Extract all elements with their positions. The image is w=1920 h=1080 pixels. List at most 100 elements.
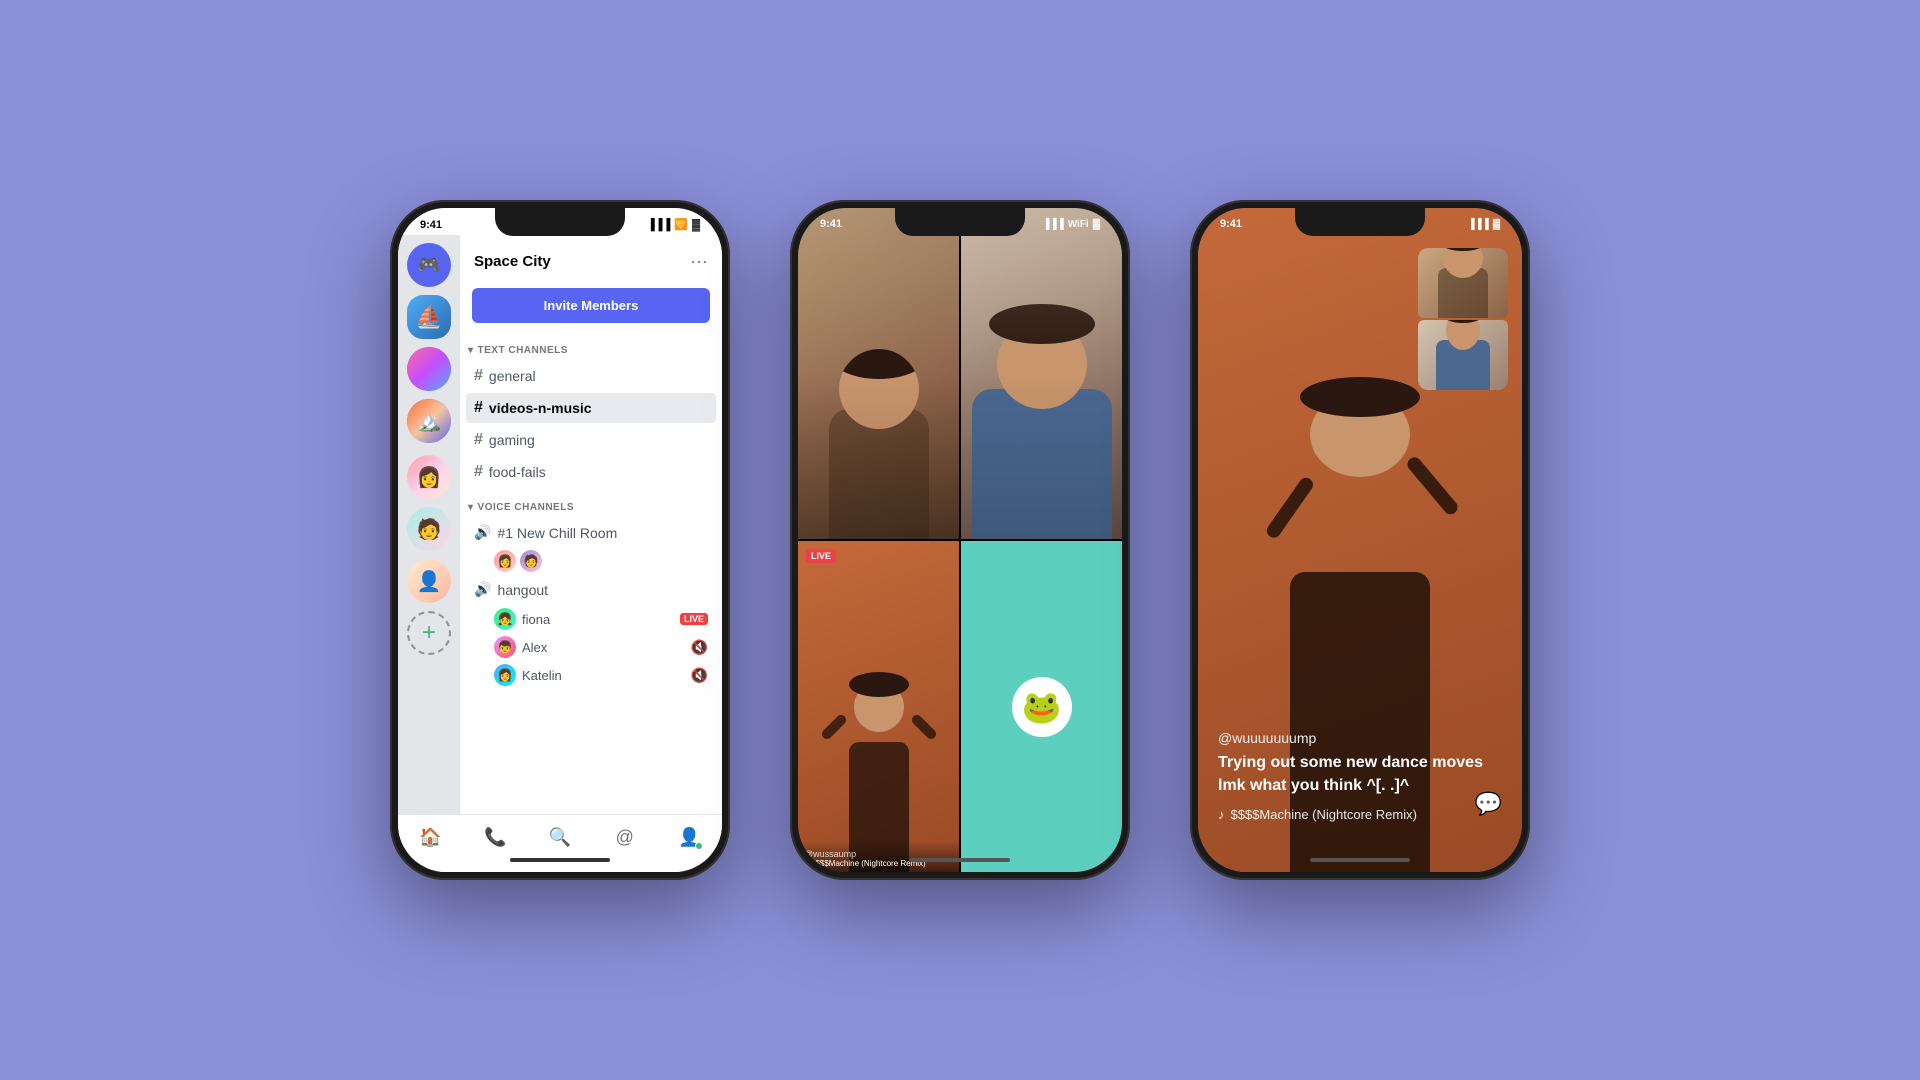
tab-mention[interactable]: @ bbox=[592, 823, 657, 852]
more-options-button[interactable]: ··· bbox=[690, 251, 708, 272]
voice-channel-1-members: 👩 🧑 bbox=[466, 548, 716, 574]
hash-icon-videos: # bbox=[474, 399, 483, 417]
sidebar-avatar-face-2: 🧑 bbox=[407, 507, 451, 551]
bottom-tab-bar: 🏠 📞 🔍 @ 👤 bbox=[398, 814, 722, 872]
channel-name-videos: videos-n-music bbox=[489, 400, 592, 416]
discord-home-icon[interactable]: 🎮 bbox=[407, 243, 451, 287]
pip-cell-2[interactable] bbox=[1418, 320, 1508, 390]
phone-3-notch bbox=[1295, 208, 1425, 236]
video-cell-4[interactable]: 🐸 bbox=[961, 541, 1122, 872]
battery-3: ▓ bbox=[1493, 219, 1500, 230]
fullscreen-info: @wuuuuuuump Trying out some new dance mo… bbox=[1218, 730, 1502, 822]
chat-bubble-icon: 💬 bbox=[1475, 791, 1502, 816]
alex-muted-icon: 🔇 bbox=[691, 639, 708, 656]
server-avatar-3: 🏔️ bbox=[407, 399, 451, 443]
video-grid: LIVE @wussaump bbox=[798, 208, 1122, 872]
frog-emoji: 🐸 bbox=[1022, 688, 1062, 726]
tab-phone[interactable]: 📞 bbox=[463, 823, 528, 852]
hash-icon-food: # bbox=[474, 463, 483, 481]
sidebar-avatar-face-1: 👩 bbox=[407, 455, 451, 499]
fs-song: ♪ $$$$Machine (Nightcore Remix) bbox=[1218, 807, 1502, 822]
server-icon-spacecity[interactable]: ⛵ bbox=[407, 295, 451, 339]
phone-2-notch bbox=[895, 208, 1025, 236]
sidebar-avatar-3[interactable]: 👤 bbox=[407, 559, 451, 603]
channel-food-fails[interactable]: # food-fails bbox=[466, 457, 716, 487]
channel-gaming[interactable]: # gaming bbox=[466, 425, 716, 455]
video-cell-3[interactable]: LIVE @wussaump bbox=[798, 541, 959, 872]
phone-1-notch bbox=[495, 208, 625, 236]
mention-tab-icon: @ bbox=[616, 827, 634, 848]
chat-bubble-button[interactable]: 💬 bbox=[1475, 791, 1502, 817]
music-note-icon: ♪ bbox=[1218, 807, 1225, 822]
signal-icon: ▐▐▐ bbox=[647, 219, 670, 231]
discord-layout: 9:41 ▐▐▐ 🛜 ▓ 🎮 bbox=[398, 208, 722, 872]
dancer-head bbox=[854, 682, 904, 732]
wifi-icon-2: WiFi bbox=[1068, 219, 1089, 230]
profile-tab-icon: 👤 bbox=[678, 827, 700, 848]
pip-container bbox=[1418, 248, 1508, 390]
main-arm-right bbox=[1405, 455, 1461, 518]
discord-body: 🎮 ⛵ 🏔️ bbox=[398, 235, 722, 814]
video-cell-1[interactable] bbox=[798, 208, 959, 539]
battery-icon-2: ▓ bbox=[1093, 219, 1100, 230]
hash-icon-general: # bbox=[474, 367, 483, 385]
channel-name-general: general bbox=[489, 368, 536, 384]
server-icon-3[interactable]: 🏔️ bbox=[407, 399, 451, 443]
voice-channel-name-2: hangout bbox=[497, 582, 548, 598]
dancer-hair bbox=[849, 672, 909, 697]
signal-3: ▐▐▐ bbox=[1467, 219, 1488, 230]
sidebar-avatar-1[interactable]: 👩 bbox=[407, 455, 451, 499]
tab-home[interactable]: 🏠 bbox=[398, 823, 463, 852]
channel-name-food: food-fails bbox=[489, 464, 546, 480]
pip-cell-1[interactable] bbox=[1418, 248, 1508, 318]
server-icon-2[interactable] bbox=[407, 347, 451, 391]
wifi-icon: 🛜 bbox=[674, 218, 688, 231]
voice-channel-hangout[interactable]: 🔊 hangout bbox=[466, 575, 716, 604]
voice-channels-header[interactable]: VOICE CHANNELS bbox=[460, 488, 722, 517]
tab-profile[interactable]: 👤 bbox=[657, 823, 722, 852]
battery-icon: ▓ bbox=[692, 219, 700, 231]
vc1-member-avatar-2: 🧑 bbox=[520, 550, 542, 572]
channel-videos-n-music[interactable]: # videos-n-music bbox=[466, 393, 716, 423]
channel-general[interactable]: # general bbox=[466, 361, 716, 391]
channel-header: Space City ··· bbox=[460, 235, 722, 280]
phones-container: 9:41 ▐▐▐ 🛜 ▓ 🎮 bbox=[350, 160, 1570, 920]
vc2-member-fiona[interactable]: 👧 fiona LIVE bbox=[466, 605, 716, 633]
pip-hair-2 bbox=[1442, 320, 1484, 323]
add-server-button[interactable]: + bbox=[407, 611, 451, 655]
sidebar-avatar-2[interactable]: 🧑 bbox=[407, 507, 451, 551]
vc2-member-alex[interactable]: 👦 Alex 🔇 bbox=[466, 633, 716, 661]
main-body bbox=[1290, 572, 1430, 872]
home-tab-icon: 🏠 bbox=[419, 827, 441, 848]
main-arm-left bbox=[1264, 475, 1316, 540]
voice-channel-name-1: #1 New Chill Room bbox=[497, 525, 617, 541]
fiona-avatar: 👧 bbox=[494, 608, 516, 630]
fiona-live-badge: LIVE bbox=[680, 613, 708, 625]
video-caption-3: @wussaump ♪ $$$$Machine (Nightcore Remix… bbox=[798, 841, 959, 872]
vc1-member-avatar-1: 👩 bbox=[494, 550, 516, 572]
speaker-icon-1: 🔊 bbox=[474, 524, 491, 541]
invite-members-button[interactable]: Invite Members bbox=[472, 288, 710, 323]
home-indicator-3 bbox=[1310, 858, 1410, 862]
tab-search[interactable]: 🔍 bbox=[528, 823, 593, 852]
pip-person-2 bbox=[1428, 320, 1498, 390]
video-cell-2[interactable] bbox=[961, 208, 1122, 539]
home-indicator-1 bbox=[510, 858, 610, 862]
phone-1-screen: 9:41 ▐▐▐ 🛜 ▓ 🎮 bbox=[398, 208, 722, 872]
channel-name-gaming: gaming bbox=[489, 432, 535, 448]
music-icon: ♪ bbox=[804, 859, 808, 868]
katelin-muted-icon: 🔇 bbox=[691, 667, 708, 684]
fs-username: @wuuuuuuump bbox=[1218, 730, 1502, 746]
overlay-2 bbox=[961, 208, 1122, 539]
channel-list: Space City ··· Invite Members TEXT CHANN… bbox=[460, 235, 722, 814]
vc2-member-katelin[interactable]: 👩 Katelin 🔇 bbox=[466, 661, 716, 689]
phone-3-screen: 9:41 ▐▐▐ ▓ bbox=[1198, 208, 1522, 872]
katelin-avatar: 👩 bbox=[494, 664, 516, 686]
arm-left bbox=[819, 713, 847, 741]
voice-channel-chill-room[interactable]: 🔊 #1 New Chill Room bbox=[466, 518, 716, 547]
pip-hair-1 bbox=[1443, 248, 1483, 251]
phone-2: 9:41 ▐▐▐ WiFi ▓ bbox=[790, 200, 1130, 880]
phone-tab-icon: 📞 bbox=[484, 827, 506, 848]
text-channels-header[interactable]: TEXT CHANNELS bbox=[460, 331, 722, 360]
phone-2-screen: 9:41 ▐▐▐ WiFi ▓ bbox=[798, 208, 1122, 872]
